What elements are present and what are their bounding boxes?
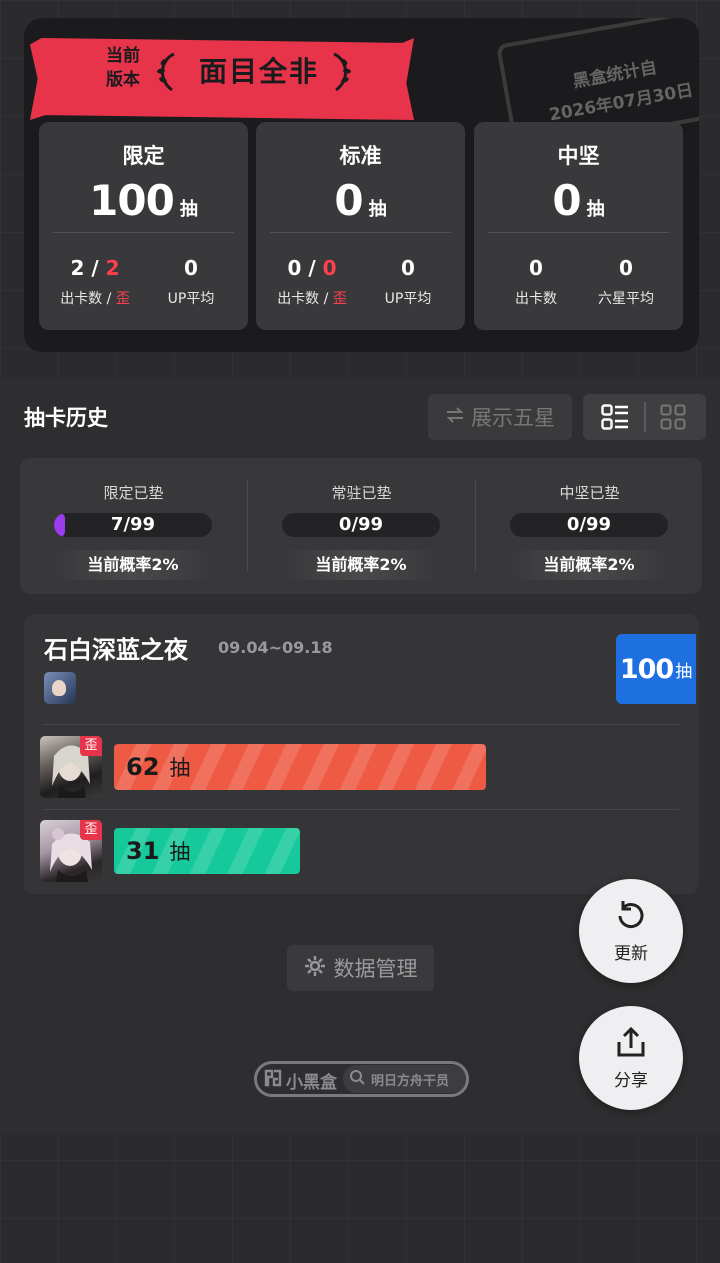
pity-progress-bar: 0/99 <box>510 513 668 537</box>
laurel-left-icon <box>154 52 180 92</box>
data-management-label: 数据管理 <box>333 957 418 981</box>
stat-obtained: 2 / 2 出卡数 / 歪 <box>60 256 130 307</box>
stat-obtained: 0 / 0 出卡数 / 歪 <box>277 256 347 307</box>
version-ribbon: 当前 版本 面目全非 <box>30 38 414 120</box>
stat-title: 标准 <box>339 144 382 168</box>
stat-six-star-average: 0 六星平均 <box>598 256 654 307</box>
stat-total: 0抽 <box>334 176 387 225</box>
grid-view-icon[interactable] <box>660 404 686 430</box>
list-view-icon[interactable] <box>601 404 629 430</box>
brand-search-pill: 明日方舟干员 <box>343 1065 466 1093</box>
pity-limited: 限定已垫 7/99 当前概率2% <box>20 458 247 594</box>
off-banner-badge: 歪 <box>80 820 102 840</box>
pity-standard: 常驻已垫 0/99 当前概率2% <box>248 458 475 594</box>
stat-title: 中坚 <box>557 144 600 168</box>
pull-count-bar: 31 抽 <box>114 828 300 874</box>
refresh-button[interactable]: 更新 <box>579 879 683 983</box>
stat-box-limited: 限定 100 抽 2 / 2 出卡数 / 歪 0 UP平均 <box>39 122 248 330</box>
search-icon <box>349 1069 365 1089</box>
stat-box-standard: 标准 0抽 0 / 0 出卡数 / 歪 0 UP平均 <box>256 122 465 330</box>
view-toggle <box>583 394 706 440</box>
banner-dates: 09.04~09.18 <box>218 638 333 657</box>
refresh-label: 更新 <box>614 944 648 964</box>
data-management-button[interactable]: 数据管理 <box>287 945 434 991</box>
divider <box>53 232 234 233</box>
stat-total: 100 抽 <box>89 176 198 225</box>
divider <box>44 724 679 725</box>
divider <box>488 232 669 233</box>
stat-box-midtier: 中坚 0抽 0 出卡数 0 六星平均 <box>474 122 683 330</box>
banner-total-badge: 100 抽 <box>616 634 696 704</box>
off-banner-badge: 歪 <box>80 736 102 756</box>
stat-up-average: 0 UP平均 <box>167 256 215 307</box>
brand-search-text: 明日方舟干员 <box>371 1073 450 1089</box>
version-title: 面目全非 <box>198 55 319 88</box>
version-label: 当前 版本 <box>106 46 140 90</box>
divider <box>44 809 679 810</box>
brand-logo-icon <box>263 1068 283 1093</box>
summary-card: 黑盒统计自 2026年07月30日 当前 版本 面目全非 限定 100 抽 2 /… <box>24 18 699 352</box>
list-item: 歪 31 抽 <box>40 820 680 886</box>
list-item: 歪 62 抽 <box>40 736 680 802</box>
gear-icon <box>304 955 326 982</box>
stat-obtained: 0 出卡数 <box>515 256 557 307</box>
pity-midtier: 中坚已垫 0/99 当前概率2% <box>476 458 703 594</box>
pull-count-bar: 62 抽 <box>114 744 486 790</box>
pity-progress-bar: 0/99 <box>282 513 440 537</box>
share-button[interactable]: 分享 <box>579 1006 683 1110</box>
brand-name: 小黑盒 <box>286 1073 337 1093</box>
stat-up-average: 0 UP平均 <box>384 256 432 307</box>
show-five-star-label: 展示五星 <box>471 406 555 430</box>
swap-icon <box>445 405 465 430</box>
stat-total: 0抽 <box>552 176 605 225</box>
share-label: 分享 <box>614 1071 648 1091</box>
history-title: 抽卡历史 <box>24 406 108 430</box>
laurel-right-icon <box>328 52 354 92</box>
divider <box>270 232 451 233</box>
stat-title: 限定 <box>122 144 165 168</box>
avatar <box>44 672 76 704</box>
brand-watermark: 小黑盒 明日方舟干员 <box>254 1061 469 1097</box>
banner-name: 石白深蓝之夜 <box>44 636 188 664</box>
pity-progress-bar: 7/99 <box>54 513 212 537</box>
show-five-star-button[interactable]: 展示五星 <box>428 394 572 440</box>
banner-card[interactable]: 石白深蓝之夜 09.04~09.18 100 抽 歪 62 抽 歪 31 抽 <box>24 614 699 894</box>
divider <box>644 402 646 432</box>
pity-card: 限定已垫 7/99 当前概率2% 常驻已垫 0/99 当前概率2% 中坚已垫 0… <box>20 458 702 594</box>
